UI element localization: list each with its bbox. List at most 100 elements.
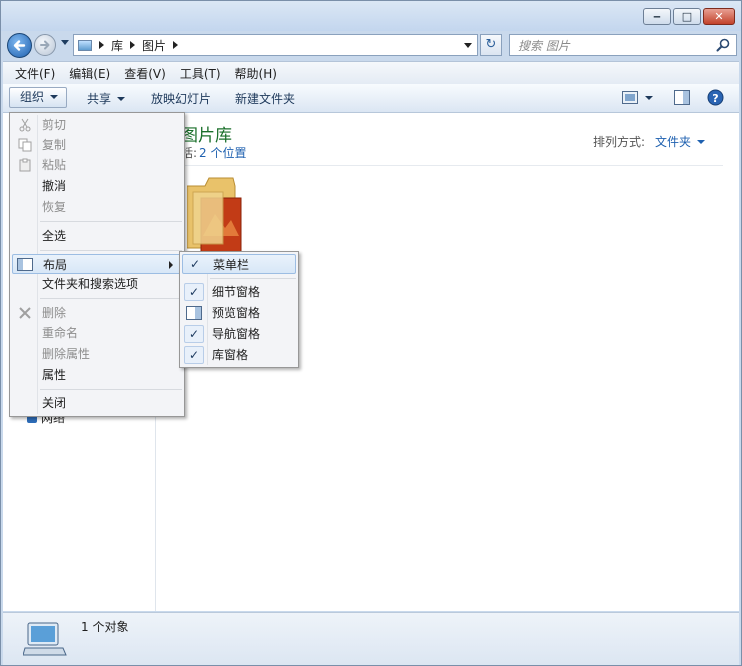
arrange-by: 排列方式: 文件夹 <box>593 133 705 150</box>
menu-bar: 文件(F) 编辑(E) 查看(V) 工具(T) 帮助(H) <box>3 61 739 85</box>
search-icon[interactable] <box>716 38 730 52</box>
menu-item-paste[interactable]: 粘贴 <box>12 155 182 175</box>
submenu-item-label: 细节窗格 <box>212 285 261 299</box>
submenu-item-menu-bar[interactable]: ✓ 菜单栏 <box>182 254 296 274</box>
new-folder-button[interactable]: 新建文件夹 <box>235 90 295 107</box>
locations-link[interactable]: 2 个位置 <box>199 146 246 160</box>
command-bar: 组织 共享 放映幻灯片 新建文件夹 ? <box>3 84 739 113</box>
search-input[interactable] <box>516 36 710 56</box>
menu-item-close[interactable]: 关闭 <box>12 393 182 413</box>
forward-button[interactable] <box>34 34 56 56</box>
breadcrumb-libraries[interactable]: 库 <box>111 37 123 54</box>
library-title: 图片库 <box>181 126 232 146</box>
submenu-item-label: 预览窗格 <box>212 306 261 320</box>
chevron-down-icon[interactable] <box>697 140 705 144</box>
arrow-right-icon <box>40 40 50 50</box>
close-button[interactable]: ✕ <box>703 8 735 25</box>
breadcrumb-arrow-icon[interactable] <box>99 41 104 49</box>
check-icon: ✓ <box>184 325 204 343</box>
submenu-item-label: 菜单栏 <box>213 258 250 272</box>
status-bar: 1 个对象 <box>3 612 739 665</box>
menu-separator <box>40 250 182 251</box>
organize-label: 组织 <box>20 90 45 104</box>
window-controls: ‒ □ ✕ <box>641 8 735 25</box>
breadcrumb-pictures[interactable]: 图片 <box>142 37 166 54</box>
preview-pane-icon[interactable] <box>674 90 690 105</box>
menu-item-folder-options[interactable]: 文件夹和搜索选项 <box>12 274 182 294</box>
menu-edit[interactable]: 编辑(E) <box>69 65 110 82</box>
navigation-bar: 库 图片 ↻ <box>1 31 741 59</box>
menu-item-redo[interactable]: 恢复 <box>12 197 182 217</box>
menu-item-layout[interactable]: 布局 <box>12 254 182 274</box>
menu-item-label: 布局 <box>43 258 68 272</box>
delete-icon <box>19 307 31 319</box>
recent-pages-dropdown[interactable] <box>61 40 69 45</box>
minimize-button[interactable]: ‒ <box>643 8 671 25</box>
view-options-icon[interactable] <box>622 91 638 104</box>
menu-item-copy[interactable]: 复制 <box>12 135 182 155</box>
check-icon: ✓ <box>189 257 201 271</box>
menu-item-remove-properties[interactable]: 删除属性 <box>12 344 182 364</box>
back-button[interactable] <box>7 33 32 58</box>
organize-button[interactable]: 组织 <box>9 87 68 108</box>
help-icon[interactable]: ? <box>707 89 724 106</box>
menu-separator <box>40 389 182 390</box>
view-dropdown-icon[interactable] <box>645 96 653 100</box>
menu-item-delete[interactable]: 删除 <box>12 303 182 323</box>
search-box[interactable] <box>509 34 737 56</box>
menu-item-label: 全选 <box>42 229 67 243</box>
menu-item-label: 重命名 <box>42 326 79 340</box>
share-button[interactable]: 共享 <box>87 90 126 107</box>
chevron-down-icon <box>50 95 59 99</box>
submenu-item-preview-pane[interactable]: 预览窗格 <box>182 303 296 323</box>
minimize-icon: ‒ <box>653 10 661 23</box>
submenu-item-label: 库窗格 <box>212 348 249 362</box>
submenu-item-navigation-pane[interactable]: ✓ 导航窗格 <box>182 324 296 344</box>
menu-item-rename[interactable]: 重命名 <box>12 323 182 343</box>
menu-item-label: 删除 <box>42 306 67 320</box>
arrow-left-icon <box>13 40 26 51</box>
menu-item-label: 撤消 <box>42 179 67 193</box>
slideshow-button[interactable]: 放映幻灯片 <box>151 90 211 107</box>
check-icon: ✓ <box>184 283 204 301</box>
breadcrumb-arrow-icon[interactable] <box>130 41 136 49</box>
menu-item-undo[interactable]: 撤消 <box>12 176 182 196</box>
menu-item-label: 关闭 <box>42 396 67 410</box>
menu-help[interactable]: 帮助(H) <box>235 65 277 82</box>
menu-item-label: 恢复 <box>42 200 67 214</box>
menu-item-label: 粘贴 <box>42 158 67 172</box>
menu-separator <box>40 298 182 299</box>
refresh-icon: ↻ <box>485 37 497 52</box>
chevron-down-icon <box>117 97 126 101</box>
menu-separator <box>210 278 296 279</box>
menu-tools[interactable]: 工具(T) <box>180 65 221 82</box>
clipboard-icon <box>19 158 31 172</box>
menu-item-cut[interactable]: 剪切 <box>12 115 182 135</box>
folder-icon[interactable] <box>187 176 247 256</box>
copy-icon <box>18 138 32 152</box>
header-divider <box>163 165 723 166</box>
menu-item-label: 属性 <box>42 368 67 382</box>
menu-view[interactable]: 查看(V) <box>124 65 166 82</box>
submenu-arrow-icon <box>169 261 173 269</box>
refresh-button[interactable]: ↻ <box>480 34 502 56</box>
menu-item-select-all[interactable]: 全选 <box>12 226 182 246</box>
arrange-by-dropdown[interactable]: 文件夹 <box>655 135 691 149</box>
scissors-icon <box>19 118 31 132</box>
check-icon: ✓ <box>184 346 204 364</box>
maximize-button[interactable]: □ <box>673 8 701 25</box>
menu-item-properties[interactable]: 属性 <box>12 365 182 385</box>
menu-file[interactable]: 文件(F) <box>15 65 55 82</box>
address-bar[interactable]: 库 图片 <box>73 34 478 56</box>
arrange-label: 排列方式: <box>592 135 645 149</box>
status-item-count: 1 个对象 <box>81 620 129 634</box>
menu-item-label: 复制 <box>42 138 67 152</box>
organize-menu: 剪切 复制 粘贴 撤消 恢复 全选 布局 文件夹和搜索选项 删除 重命名 删除属… <box>9 112 185 417</box>
explorer-window: ‒ □ ✕ 库 图片 ↻ 文件(F) 编辑(E) 查看(V) <box>0 0 742 666</box>
preview-pane-icon <box>186 306 202 320</box>
breadcrumb-arrow-icon[interactable] <box>173 41 179 49</box>
submenu-item-details-pane[interactable]: ✓ 细节窗格 <box>182 282 296 302</box>
submenu-item-library-pane[interactable]: ✓ 库窗格 <box>182 345 296 365</box>
svg-text:?: ? <box>712 92 718 105</box>
address-history-dropdown[interactable] <box>464 43 472 48</box>
